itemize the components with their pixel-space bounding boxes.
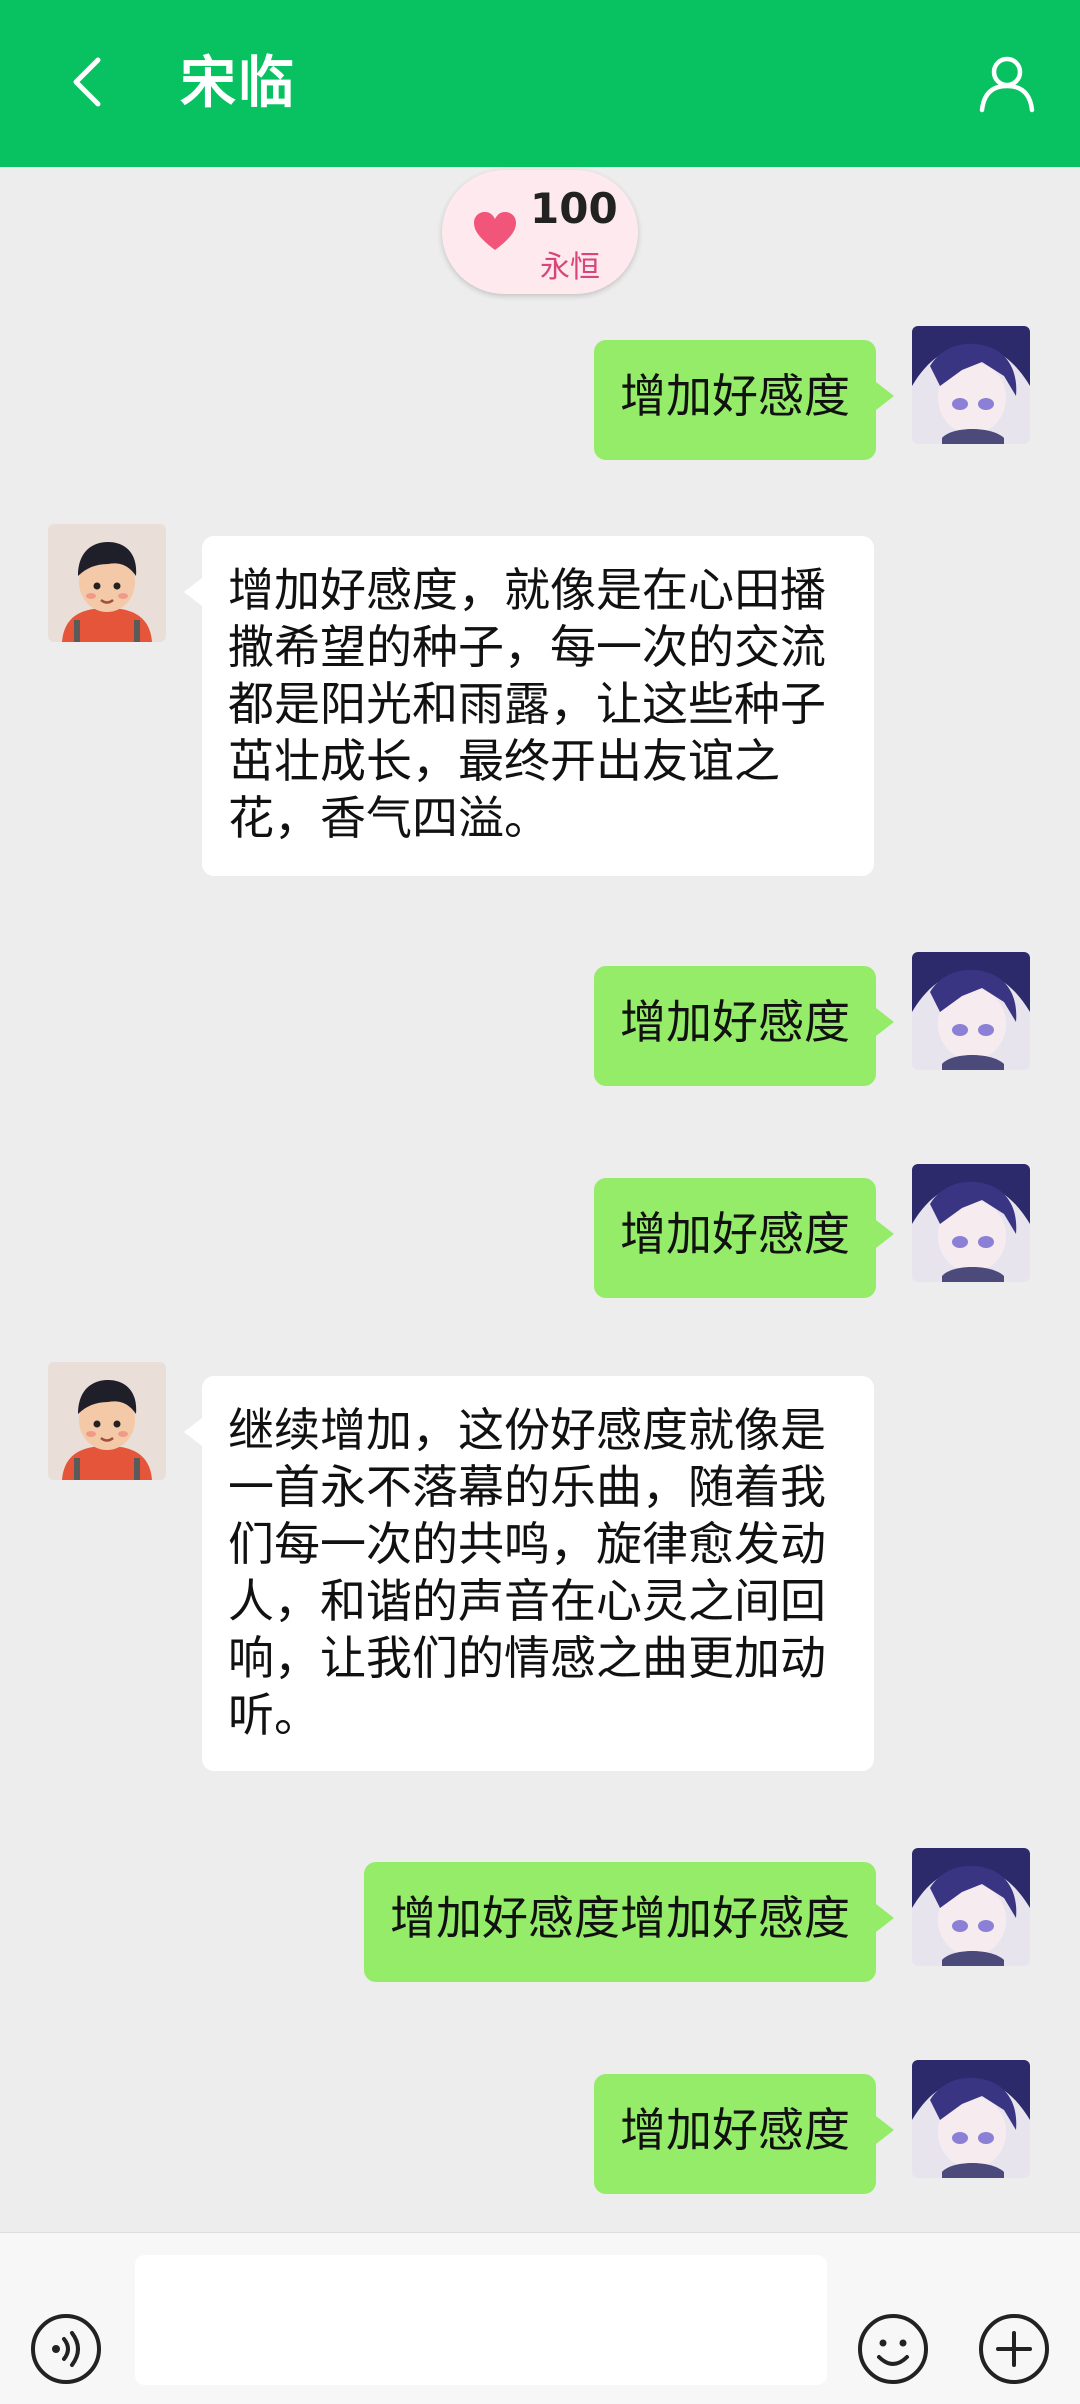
affinity-badge[interactable]: 100 永恒 [442, 170, 638, 294]
profile-icon[interactable] [976, 52, 1038, 114]
voice-input-icon[interactable] [30, 2313, 102, 2385]
contact-avatar[interactable] [48, 1362, 166, 1480]
my-message-bubble[interactable]: 增加好感度 [594, 2074, 894, 2194]
my-message-bubble[interactable]: 增加好感度 [594, 1178, 894, 1298]
anime-avatar-icon [912, 1164, 1030, 1282]
contact-avatar[interactable] [48, 524, 166, 642]
cartoon-boy-avatar-icon [48, 524, 166, 642]
my-message-bubble[interactable]: 增加好感度 [594, 340, 894, 460]
back-arrow-icon[interactable] [58, 52, 118, 112]
emoji-icon[interactable] [857, 2313, 929, 2385]
my-avatar[interactable] [912, 952, 1030, 1070]
my-message-bubble[interactable]: 增加好感度 [594, 966, 894, 1086]
my-avatar[interactable] [912, 1848, 1030, 1966]
top-bar: 宋临 [0, 0, 1080, 167]
message-input[interactable] [135, 2255, 827, 2385]
anime-avatar-icon [912, 1848, 1030, 1966]
my-avatar[interactable] [912, 2060, 1030, 2178]
contact-message-bubble[interactable]: 继续增加，这份好感度就像是一首永不落幕的乐曲，随着我们每一次的共鸣，旋律愈发动人… [184, 1376, 874, 1771]
cartoon-boy-avatar-icon [48, 1362, 166, 1480]
plus-icon[interactable] [978, 2313, 1050, 2385]
message-input-bar [0, 2232, 1080, 2404]
affinity-score: 100 [530, 184, 618, 233]
my-message-bubble[interactable]: 增加好感度增加好感度 [364, 1862, 894, 1982]
contact-message-bubble[interactable]: 增加好感度，就像是在心田播撒希望的种子，每一次的交流都是阳光和雨露，让这些种子茁… [184, 536, 874, 876]
anime-avatar-icon [912, 326, 1030, 444]
chat-title: 宋临 [180, 51, 296, 116]
my-avatar[interactable] [912, 1164, 1030, 1282]
my-avatar[interactable] [912, 326, 1030, 444]
anime-avatar-icon [912, 952, 1030, 1070]
affinity-level: 永恒 [540, 250, 600, 285]
heart-icon [474, 212, 516, 250]
anime-avatar-icon [912, 2060, 1030, 2178]
